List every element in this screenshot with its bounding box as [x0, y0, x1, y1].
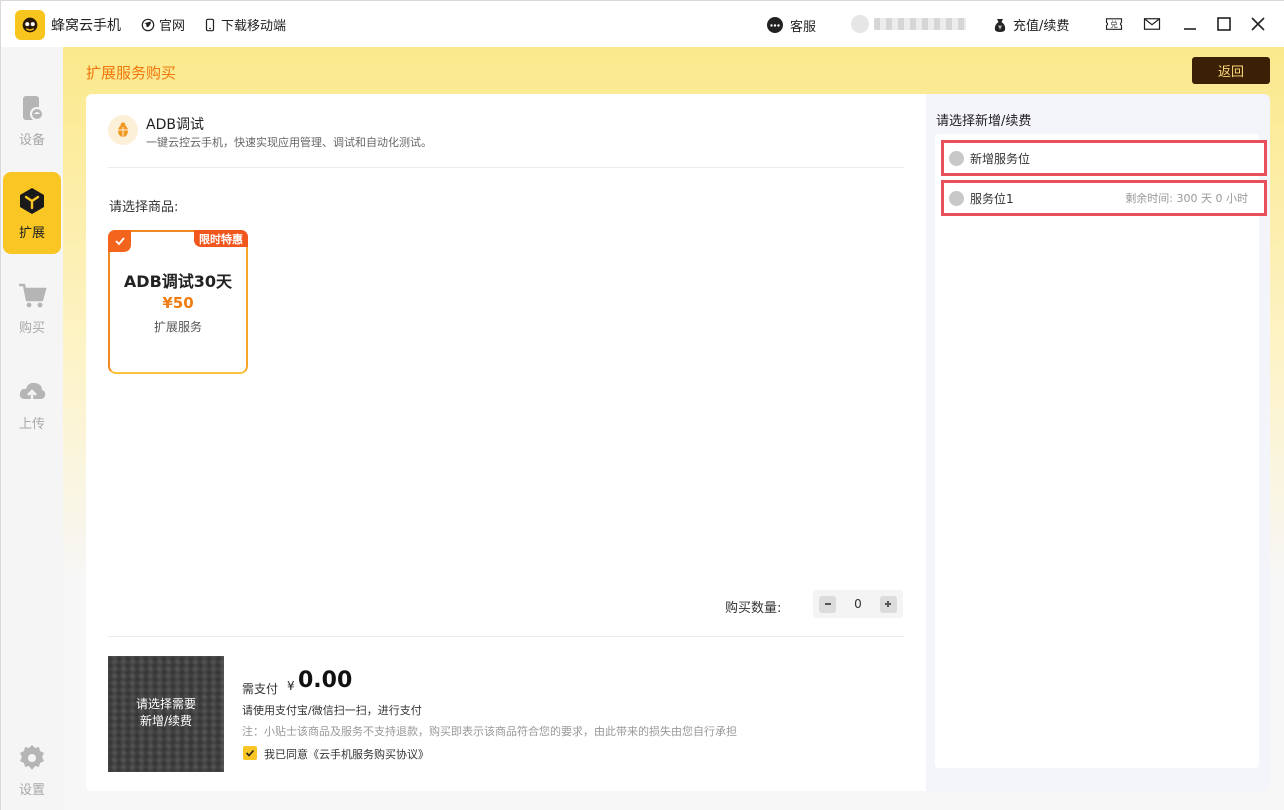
customer-service-label: 客服	[790, 19, 817, 35]
product-icon	[108, 115, 138, 145]
recharge-label: 充值/续费	[1013, 19, 1070, 34]
expand-cube-icon	[20, 187, 44, 214]
user-name-redacted	[874, 18, 966, 30]
mail-icon	[1143, 18, 1161, 30]
slot-option-new[interactable]: 新增服务位	[941, 140, 1267, 176]
slot-remaining-time: 剩余时间: 300 天 0 小时	[1125, 192, 1248, 205]
quantity-label: 购买数量:	[725, 601, 782, 616]
increment-button[interactable]	[879, 595, 897, 613]
radio-button[interactable]	[949, 150, 964, 166]
goods-price: ¥50	[162, 294, 194, 312]
checkmark-icon	[114, 237, 125, 246]
app-window: 蜂窝云手机 官网 下载移动端 客服 ¥ 充值/续费 兑 设备 扩展 购买 上传 …	[0, 0, 1284, 810]
official-site-link[interactable]: 官网	[141, 15, 185, 34]
close-icon	[1251, 17, 1265, 31]
app-name: 蜂窝云手机	[51, 18, 121, 34]
globe-icon	[141, 18, 155, 31]
pay-hint: 请使用支付宝/微信扫一扫，进行支付	[242, 704, 422, 717]
slot-label: 服务位1	[970, 191, 1014, 206]
bee-logo-icon	[22, 17, 38, 33]
qr-overlay-text: 请选择需要 新增/续费	[108, 696, 224, 730]
sidebar-item-label: 扩展	[18, 225, 45, 241]
radio-button[interactable]	[949, 190, 964, 206]
official-site-label: 官网	[159, 19, 186, 34]
sidebar-item-expand[interactable]: 扩展	[3, 172, 61, 254]
mobile-icon	[205, 18, 215, 31]
slot-label: 新增服务位	[970, 151, 1031, 166]
maximize-button[interactable]	[1213, 13, 1235, 35]
qr-text-line: 请选择需要	[135, 697, 196, 711]
goods-card[interactable]: 限时特惠 ADB调试30天 ¥50 扩展服务	[108, 230, 248, 374]
sidebar-item-device[interactable]: 设备	[3, 79, 61, 161]
slot-option-1[interactable]: 服务位1 剩余时间: 300 天 0 小时	[941, 180, 1267, 216]
currency-symbol: ¥	[287, 679, 295, 693]
recharge-button[interactable]: ¥ 充值/续费	[992, 15, 1069, 34]
upload-cloud-icon	[19, 382, 46, 403]
download-mobile-label: 下载移动端	[221, 19, 287, 34]
redeem-icon: 兑	[1105, 18, 1123, 30]
headset-icon	[767, 17, 783, 33]
need-pay-label: 需支付	[242, 682, 279, 696]
page-title: 扩展服务购买	[86, 64, 177, 82]
close-button[interactable]	[1247, 13, 1269, 35]
refund-note: 注：小贴士该商品及服务不支持退款，购买即表示该商品符合您的要求，由此带来的损失由…	[242, 725, 737, 738]
select-goods-label: 请选择商品:	[109, 200, 179, 215]
phone-icon	[23, 95, 44, 121]
payment-qr-code: 请选择需要 新增/续费	[108, 656, 224, 772]
back-button[interactable]: 返回	[1192, 57, 1270, 84]
slot-list	[935, 134, 1259, 768]
customer-service-button[interactable]: 客服	[765, 15, 816, 35]
user-account[interactable]	[851, 15, 966, 33]
qr-text-line: 新增/续费	[139, 714, 193, 728]
svg-text:兑: 兑	[1110, 19, 1118, 29]
decrement-button[interactable]	[819, 595, 836, 613]
agreement-link[interactable]: 我已同意《云手机服务购买协议》	[264, 746, 429, 762]
app-logo	[15, 10, 45, 40]
gear-icon	[20, 744, 44, 770]
bug-icon	[118, 122, 128, 137]
sidebar-item-upload[interactable]: 上传	[3, 363, 61, 445]
minus-icon	[824, 603, 831, 605]
goods-name: ADB调试30天	[123, 272, 233, 291]
goods-type: 扩展服务	[153, 320, 202, 334]
slot-panel-title: 请选择新增/续费	[936, 114, 1032, 129]
redeem-icon-button[interactable]: 兑	[1101, 13, 1127, 35]
cart-icon	[19, 283, 47, 307]
sidebar-item-label: 设置	[18, 782, 45, 798]
divider	[108, 636, 904, 637]
minimize-button[interactable]	[1179, 13, 1201, 35]
sidebar-item-label: 购买	[18, 320, 45, 336]
promo-badge: 限时特惠	[194, 230, 248, 247]
plus-icon	[885, 601, 892, 607]
sidebar: 设备 扩展 购买 上传 设置	[1, 47, 63, 810]
product-description: 一键云控云手机，快速实现应用管理、调试和自动化测试。	[146, 136, 432, 149]
pay-amount: 0.00	[298, 668, 353, 693]
download-mobile-link[interactable]: 下载移动端	[203, 15, 286, 34]
quantity-stepper: 0	[813, 590, 903, 618]
product-title: ADB调试	[146, 117, 204, 133]
selected-check	[108, 230, 131, 252]
maximize-icon	[1217, 17, 1231, 31]
divider	[108, 167, 904, 168]
mail-icon-button[interactable]	[1139, 13, 1165, 35]
minimize-icon	[1184, 28, 1196, 30]
sidebar-item-label: 上传	[18, 416, 45, 432]
checkmark-icon	[245, 749, 255, 757]
money-bag-icon: ¥	[994, 18, 1006, 32]
sidebar-item-label: 设备	[18, 132, 45, 148]
sidebar-item-buy[interactable]: 购买	[3, 267, 61, 349]
avatar	[851, 15, 869, 33]
sidebar-item-settings[interactable]: 设置	[3, 729, 61, 810]
svg-text:¥: ¥	[998, 24, 1002, 31]
quantity-value: 0	[854, 597, 862, 611]
title-bar: 蜂窝云手机 官网 下载移动端 客服 ¥ 充值/续费 兑	[1, 1, 1284, 47]
agreement-checkbox[interactable]	[243, 746, 257, 760]
